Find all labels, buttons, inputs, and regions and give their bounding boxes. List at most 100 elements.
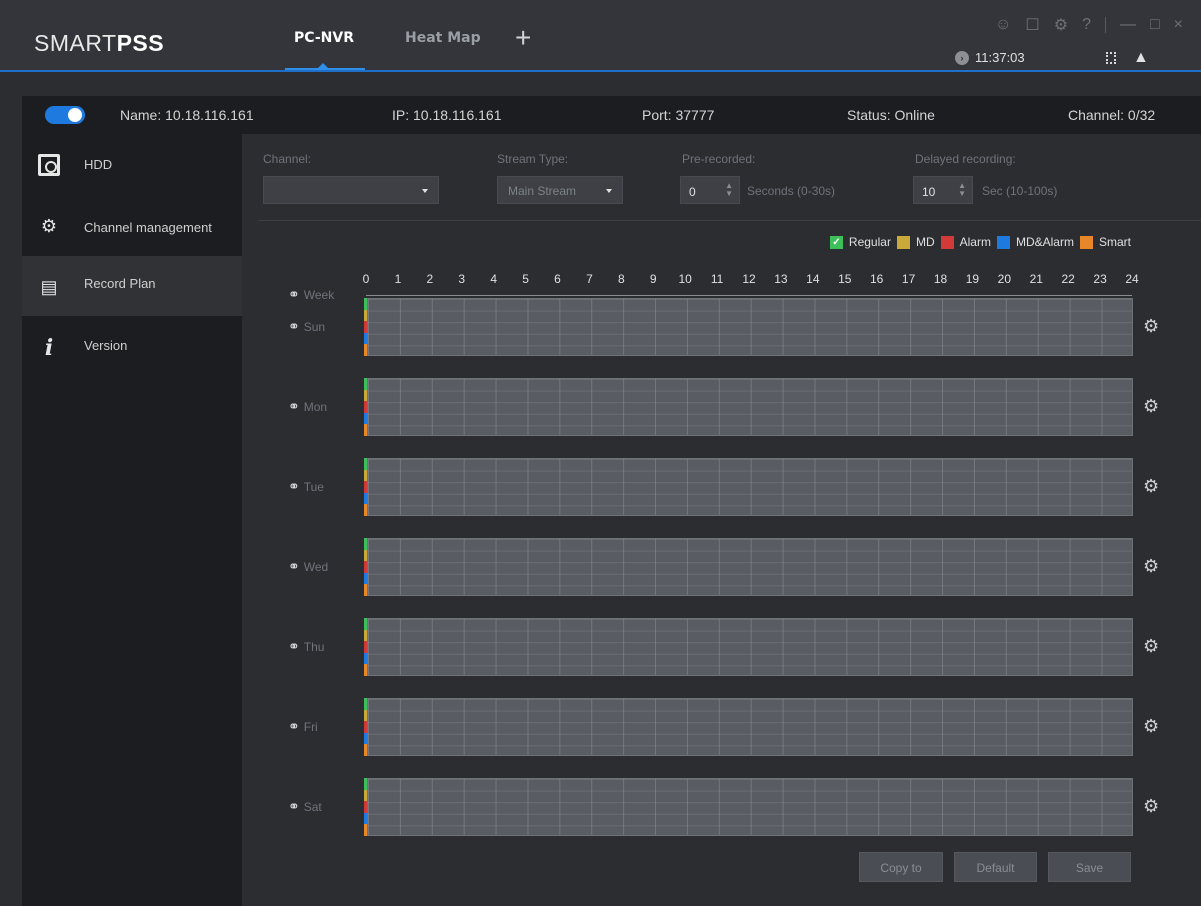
hour-label: 5 (522, 272, 529, 286)
stream-type-select[interactable]: Main Stream (497, 176, 623, 204)
save-button[interactable]: Save (1048, 852, 1131, 882)
sidebar-item-hdd[interactable]: HDD (22, 134, 242, 194)
lock-icon[interactable]: ☐ (1025, 15, 1039, 35)
channel-select[interactable] (263, 176, 439, 204)
stream-type-label: Stream Type: (497, 152, 569, 166)
hour-label: 21 (1029, 272, 1043, 286)
delayed-recording-unit: Sec (10-100s) (982, 184, 1058, 198)
time-grid[interactable] (367, 698, 1133, 756)
hour-label: 11 (710, 272, 724, 286)
prerecord-value: 0 (689, 185, 696, 199)
spinner-arrows-icon[interactable]: ▲ ▼ (958, 182, 966, 198)
gear-icon[interactable]: ⚙ (1143, 716, 1159, 737)
hour-label: 20 (997, 272, 1012, 286)
delayed-recording-input[interactable]: 10 ▲ ▼ (913, 176, 973, 204)
default-button[interactable]: Default (954, 852, 1037, 882)
link-icon[interactable]: ⚭ (288, 478, 300, 495)
delayed-recording-value: 10 (922, 185, 936, 199)
device-info-bar: Name: 10.18.116.161 IP: 10.18.116.161 Po… (22, 96, 1201, 134)
link-icon[interactable]: ⚭ (288, 398, 300, 415)
sidebar-item-record-plan[interactable]: ▤ Record Plan (22, 256, 242, 316)
cpu-icon[interactable] (1106, 52, 1116, 64)
device-status: Status: Online (847, 107, 935, 123)
md-alarm-swatch[interactable] (996, 235, 1010, 249)
bell-icon[interactable]: ▲ (1133, 49, 1149, 67)
alarm-swatch[interactable] (940, 235, 954, 249)
gear-icon[interactable]: ⚙ (1143, 636, 1159, 657)
prerecord-input[interactable]: 0 ▲ ▼ (680, 176, 740, 204)
gear-icon[interactable]: ⚙ (1143, 316, 1159, 337)
copy-to-button[interactable]: Copy to (859, 852, 943, 882)
day-row-mon: ⚭ Mon ⚙ (242, 378, 1201, 436)
hour-label: 8 (617, 272, 625, 286)
time-grid[interactable] (367, 778, 1133, 836)
md-swatch[interactable] (896, 235, 910, 249)
minimize-icon[interactable]: — (1120, 16, 1136, 34)
hour-label: 23 (1093, 272, 1107, 286)
active-tab-indicator (285, 68, 365, 70)
tab-heat-map[interactable]: Heat Map (405, 30, 481, 46)
legend-md: MD (915, 235, 935, 249)
divider (258, 220, 1201, 221)
hour-label: 17 (901, 272, 916, 286)
time-grid[interactable] (367, 458, 1133, 516)
day-row-sat: ⚭ Sat ⚙ (242, 778, 1201, 836)
spinner-arrows-icon[interactable]: ▲ ▼ (725, 182, 733, 198)
hour-label: 22 (1061, 272, 1075, 286)
device-enable-toggle[interactable] (45, 106, 85, 124)
sidebar-item-label: Channel management (84, 220, 212, 235)
gear-icon[interactable]: ⚙ (1143, 396, 1159, 417)
sidebar-item-label: Record Plan (84, 276, 156, 291)
time-grid[interactable] (367, 378, 1133, 436)
device-ip: IP: 10.18.116.161 (392, 107, 502, 123)
day-label: ⚭ Fri (288, 718, 318, 735)
device-channel: Channel: 0/32 (1068, 107, 1156, 123)
help-icon[interactable]: ? (1082, 16, 1091, 34)
legend-smart: Smart (1098, 235, 1131, 249)
settings-icon[interactable]: ⚙ (1054, 15, 1068, 35)
link-icon[interactable]: ⚭ (288, 318, 300, 335)
link-icon[interactable]: ⚭ (288, 638, 300, 655)
gear-icon[interactable]: ⚙ (1143, 796, 1159, 817)
gear-icon[interactable]: ⚙ (1143, 476, 1159, 497)
legend-md-alarm: MD&Alarm (1015, 235, 1074, 249)
hour-label: 19 (965, 272, 980, 286)
add-tab-button[interactable]: + (515, 24, 531, 52)
maximize-icon[interactable]: □ (1150, 16, 1160, 34)
chevron-down-icon (422, 189, 428, 193)
prerecord-unit: Seconds (0-30s) (747, 184, 836, 198)
day-name: Tue (303, 479, 324, 494)
link-icon[interactable]: ⚭ (288, 718, 300, 735)
tab-pc-nvr[interactable]: PC-NVR (294, 30, 354, 46)
hour-label: 4 (490, 272, 497, 286)
sidebar-item-channel-management[interactable]: ⚙ Channel management (22, 195, 242, 255)
user-icon[interactable]: ☺ (995, 16, 1011, 34)
day-row-thu: ⚭ Thu ⚙ (242, 618, 1201, 676)
device-name: Name: 10.18.116.161 (120, 107, 254, 123)
day-row-fri: ⚭ Fri ⚙ (242, 698, 1201, 756)
divider (1104, 17, 1106, 33)
delayed-recording-label: Delayed recording: (915, 152, 1016, 166)
regular-checkbox[interactable]: ✓ (829, 235, 843, 249)
hour-label: 6 (554, 272, 561, 286)
link-icon[interactable]: ⚭ (288, 558, 300, 575)
time-grid[interactable] (367, 538, 1133, 596)
hour-label: 7 (586, 272, 593, 286)
clock-icon: › (955, 50, 969, 65)
day-label: ⚭ Sat (288, 798, 322, 815)
day-row-tue: ⚭ Tue ⚙ (242, 458, 1201, 516)
day-name: Thu (303, 639, 325, 654)
record-type-legend: ✓ Regular MD Alarm MD&Alarm Smart (829, 235, 1131, 249)
sidebar-item-version[interactable]: i Version (22, 317, 242, 377)
hour-label: 16 (869, 272, 884, 286)
link-icon[interactable]: ⚭ (288, 798, 300, 815)
hour-label: 18 (933, 272, 948, 286)
smart-swatch[interactable] (1079, 235, 1093, 249)
hour-label: 14 (806, 272, 820, 286)
time-grid[interactable] (367, 618, 1133, 676)
hour-label: 15 (838, 272, 852, 286)
stream-type-value: Main Stream (508, 184, 577, 198)
gear-icon[interactable]: ⚙ (1143, 556, 1159, 577)
close-icon[interactable]: × (1174, 16, 1183, 34)
time-grid[interactable] (367, 298, 1133, 356)
